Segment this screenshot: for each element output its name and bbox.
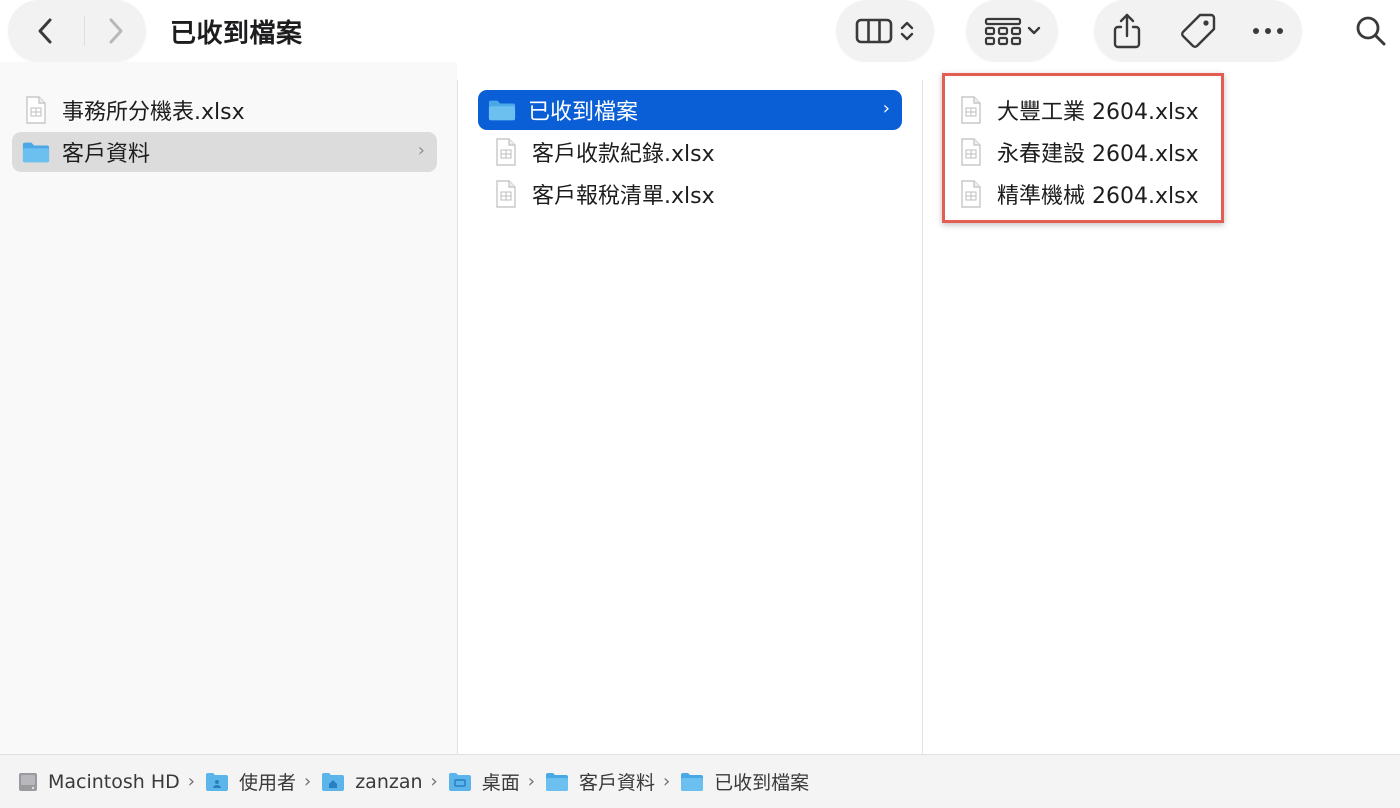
file-item[interactable]: 客戶報稅清單.xlsx (492, 174, 902, 214)
path-separator-icon: › (430, 771, 438, 792)
columns-view-icon (855, 18, 914, 44)
group-selector[interactable] (966, 0, 1058, 62)
file-name: 客戶報稅清單.xlsx (532, 184, 715, 209)
path-separator-icon: › (527, 771, 535, 792)
forward-button[interactable] (90, 8, 140, 54)
back-icon (38, 18, 52, 44)
desktop-folder-icon (448, 772, 472, 792)
group-grid-icon (984, 17, 1041, 46)
tag-icon (1181, 13, 1216, 48)
folder-icon (680, 772, 704, 792)
crumb-label: 桌面 (481, 772, 520, 794)
path-crumb[interactable]: 客戶資料 (545, 768, 655, 795)
path-separator-icon: › (187, 771, 195, 792)
path-crumb[interactable]: Macintosh HD (18, 771, 180, 793)
tag-button[interactable] (1174, 8, 1222, 54)
crumb-label: 客戶資料 (578, 772, 655, 794)
folder-name: 客戶資料 (62, 142, 151, 167)
spreadsheet-file-icon (492, 138, 520, 166)
path-crumb[interactable]: 使用者 (205, 768, 296, 795)
crumb-label: zanzan (355, 770, 423, 793)
crumb-label: Macintosh HD (48, 770, 180, 793)
search-icon (1356, 16, 1386, 46)
column-1: 事務所分機表.xlsx 客戶資料 › (0, 62, 457, 754)
toolbar: 已收到檔案 (0, 0, 1400, 62)
users-folder-icon (205, 772, 229, 792)
actions-group (1094, 0, 1302, 62)
crumb-label: 使用者 (238, 772, 296, 794)
view-mode-selector[interactable] (836, 0, 934, 62)
chevron-right-icon: › (417, 140, 425, 161)
chevron-right-icon: › (882, 98, 890, 119)
highlight-box (942, 73, 1224, 223)
share-button[interactable] (1104, 8, 1150, 54)
back-button[interactable] (20, 8, 72, 54)
crumb-label: 已收到檔案 (714, 772, 810, 794)
columns-view-button[interactable] (852, 8, 922, 54)
share-icon (1113, 13, 1141, 49)
more-icon (1253, 28, 1283, 34)
path-crumb[interactable]: zanzan (321, 770, 423, 793)
column-2: 已收到檔案 › 客戶收款紀錄.xlsx 客戶報稅清單.xlsx (458, 62, 922, 754)
file-name: 事務所分機表.xlsx (62, 100, 245, 125)
path-separator-icon: › (304, 771, 312, 792)
hard-drive-icon (18, 772, 38, 792)
navigation-group (8, 0, 146, 62)
folder-icon (22, 140, 50, 164)
window-title: 已收到檔案 (170, 19, 303, 49)
forward-icon (109, 18, 123, 44)
folder-name: 已收到檔案 (528, 100, 639, 125)
path-separator-icon: › (662, 771, 671, 792)
file-name: 客戶收款紀錄.xlsx (532, 142, 715, 167)
folder-item-selected[interactable]: 客戶資料 › (12, 132, 437, 172)
spreadsheet-file-icon (22, 96, 50, 124)
group-button[interactable] (980, 8, 1046, 54)
folder-icon (488, 98, 516, 122)
path-crumb[interactable]: 桌面 (448, 768, 520, 795)
more-button[interactable] (1244, 8, 1292, 54)
spreadsheet-file-icon (492, 180, 520, 208)
nav-divider (84, 16, 85, 46)
path-crumb[interactable]: 已收到檔案 (680, 768, 809, 795)
file-item[interactable]: 客戶收款紀錄.xlsx (492, 132, 902, 172)
file-item[interactable]: 事務所分機表.xlsx (22, 90, 437, 130)
search-button[interactable] (1346, 8, 1396, 54)
path-bar: Macintosh HD › 使用者 › zanzan › 桌面 › 客戶資料 … (0, 754, 1400, 808)
folder-item-selected[interactable]: 已收到檔案 › (478, 90, 902, 130)
home-folder-icon (321, 772, 345, 792)
folder-icon (545, 772, 569, 792)
